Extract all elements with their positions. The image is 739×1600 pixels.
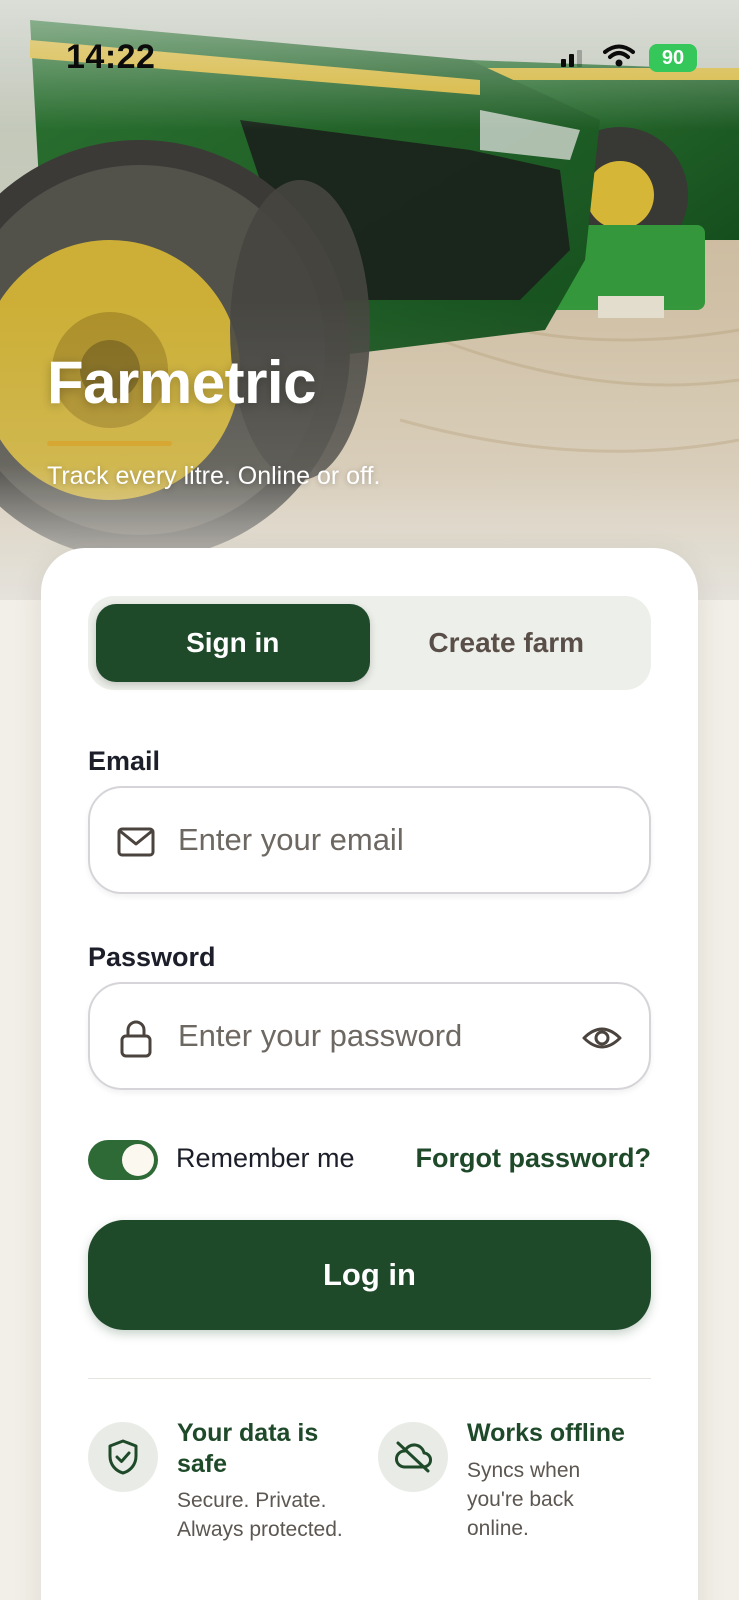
feature-title: Works offline — [467, 1419, 625, 1447]
toggle-knob — [122, 1144, 154, 1176]
login-button[interactable]: Log in — [88, 1220, 651, 1330]
status-time: 14:22 — [66, 38, 156, 76]
password-label: Password — [88, 942, 216, 972]
password-field-wrapper — [88, 982, 651, 1090]
cloud-off-icon — [378, 1422, 448, 1492]
wifi-icon — [603, 44, 635, 73]
signal-icon — [561, 45, 589, 72]
auth-card: Sign in Create farm Email Password — [41, 548, 698, 1600]
forgot-password-link[interactable]: Forgot password? — [416, 1143, 652, 1174]
password-input[interactable] — [178, 984, 558, 1088]
email-label: Email — [88, 746, 161, 776]
feature-description: Syncs when you're back online. — [467, 1459, 581, 1540]
login-screen: 14:22 90 Farmetric Track every litre. On — [0, 0, 739, 1600]
feature-description: Secure. Private. Always protected. — [177, 1489, 343, 1541]
remember-me-toggle[interactable] — [88, 1140, 158, 1180]
remember-me-label: Remember me — [176, 1143, 355, 1173]
email-input[interactable] — [178, 788, 558, 892]
auth-tabs: Sign in Create farm — [88, 596, 651, 690]
lock-icon — [116, 1018, 156, 1058]
divider — [88, 1378, 651, 1379]
app-tagline: Track every litre. Online or off. — [47, 462, 381, 490]
status-icons: 90 — [561, 44, 697, 72]
battery-icon: 90 — [649, 44, 697, 72]
title-underline — [47, 441, 172, 446]
status-bar: 14:22 90 — [0, 0, 739, 110]
tab-sign-in[interactable]: Sign in — [96, 604, 370, 682]
feature-title: Your data is safe — [177, 1419, 319, 1478]
email-field-wrapper — [88, 786, 651, 894]
eye-icon[interactable] — [581, 1018, 623, 1058]
tab-create-farm[interactable]: Create farm — [370, 604, 644, 682]
mail-icon — [116, 822, 156, 862]
app-title: Farmetric — [47, 349, 316, 416]
shield-check-icon — [88, 1422, 158, 1492]
